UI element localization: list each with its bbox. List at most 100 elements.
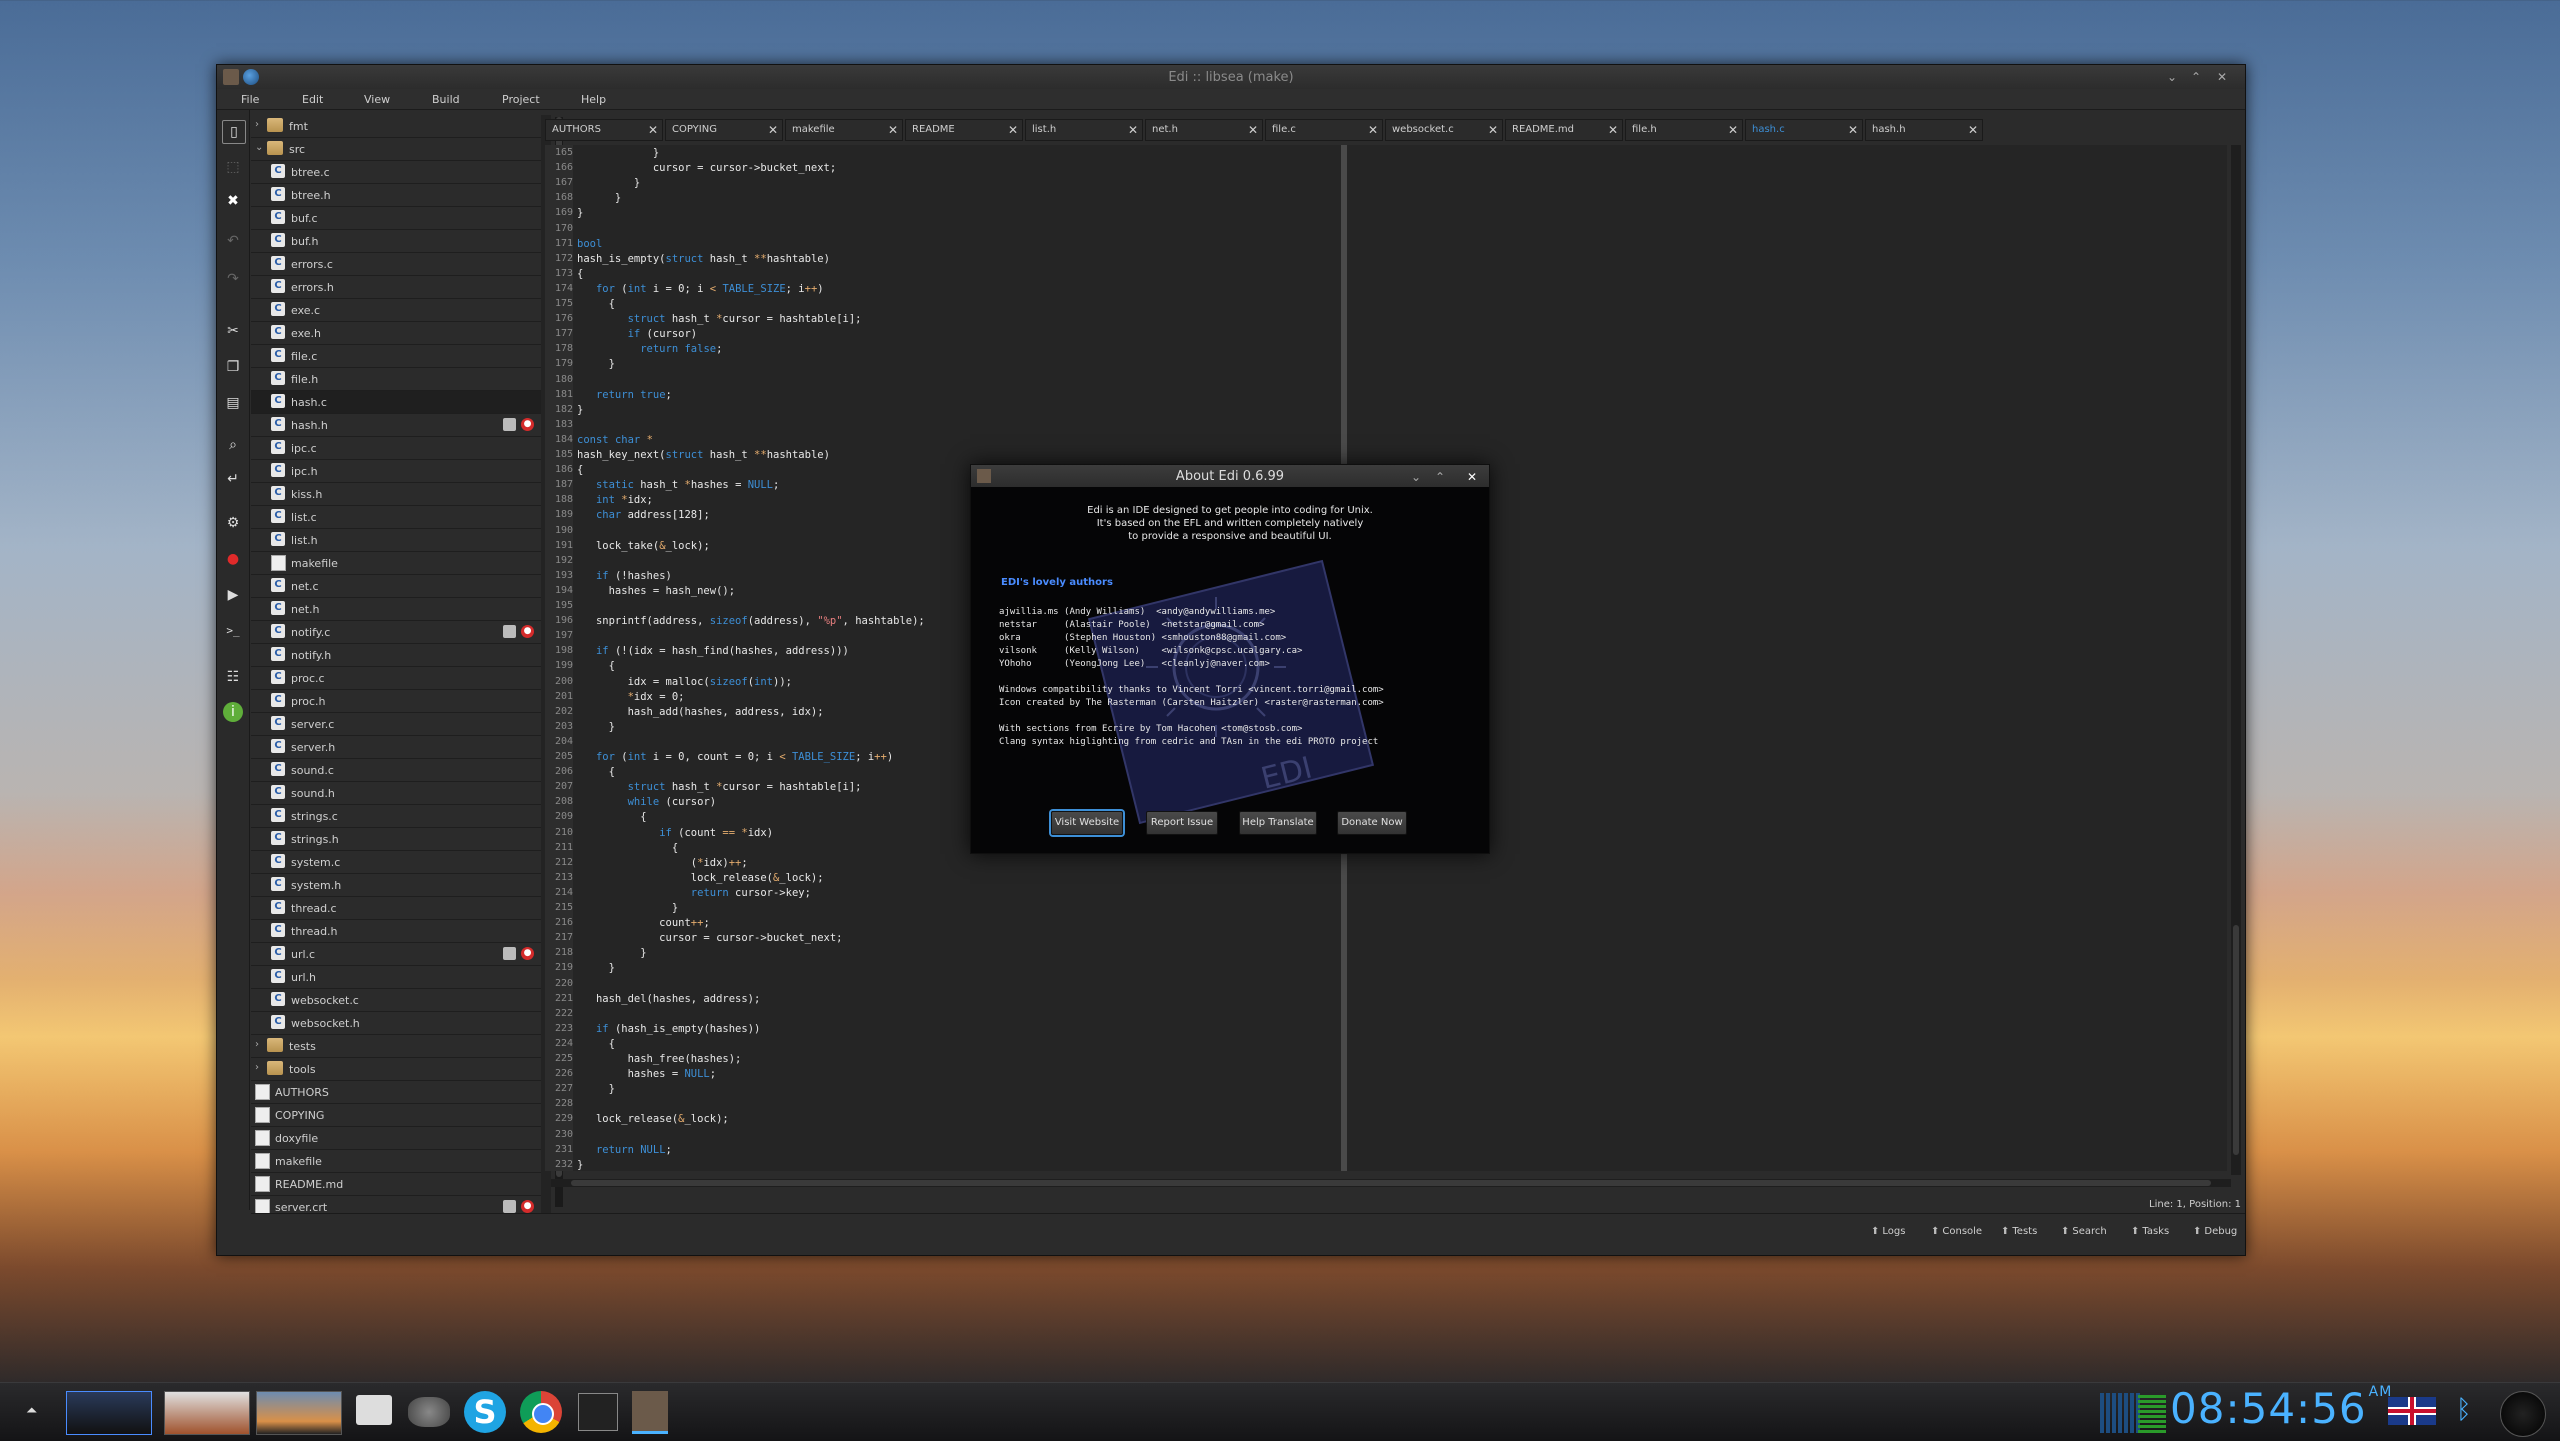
paste-icon[interactable]: ▤ (222, 392, 244, 414)
minimize-icon[interactable]: ⌄ (1407, 468, 1425, 486)
editor-tab[interactable]: list.h ✕ (1025, 119, 1143, 141)
report-issue-button[interactable]: Report Issue (1146, 811, 1218, 835)
file-tree-item[interactable]: Csystem.c (251, 851, 541, 874)
help-translate-button[interactable]: Help Translate (1239, 811, 1317, 835)
tab-close-icon[interactable]: ✕ (1008, 123, 1018, 137)
file-tree-item[interactable]: Clist.c (251, 506, 541, 529)
file-tree-item[interactable]: Cstrings.c (251, 805, 541, 828)
file-tree-item[interactable]: Csound.h (251, 782, 541, 805)
file-tree-item[interactable]: › tools (251, 1058, 541, 1081)
editor-tab[interactable]: websocket.c ✕ (1385, 119, 1503, 141)
file-tree-item[interactable]: README.md (251, 1173, 541, 1196)
redo-icon[interactable]: ↷ (222, 268, 244, 290)
file-tree-item[interactable]: Cipc.c (251, 437, 541, 460)
editor-horizontal-scrollbar[interactable] (551, 1179, 2231, 1187)
tab-close-icon[interactable]: ✕ (648, 123, 658, 137)
tab-close-icon[interactable]: ✕ (1248, 123, 1258, 137)
build-icon[interactable]: ⚙ (222, 512, 244, 534)
desktop-pager-3[interactable] (256, 1391, 342, 1435)
file-tree-item[interactable]: Csystem.h (251, 874, 541, 897)
close-file-icon[interactable]: ● (521, 1200, 534, 1213)
file-tree-item[interactable]: Cstrings.h (251, 828, 541, 851)
window-titlebar[interactable]: Edi :: libsea (make) ⌄ ⌃ ✕ (217, 65, 2245, 90)
tab-close-icon[interactable]: ✕ (768, 123, 778, 137)
undo-icon[interactable]: ↶ (222, 230, 244, 252)
file-tree-item[interactable]: Clist.h (251, 529, 541, 552)
tab-close-icon[interactable]: ✕ (1968, 123, 1978, 137)
minimize-icon[interactable]: ⌄ (2163, 68, 2181, 86)
file-tree-item[interactable]: Cwebsocket.h (251, 1012, 541, 1035)
file-tree-item[interactable]: Cipc.h (251, 460, 541, 483)
open-file-icon[interactable] (503, 625, 516, 638)
file-tree-item[interactable]: › fmt (251, 115, 541, 138)
tab-close-icon[interactable]: ✕ (1488, 123, 1498, 137)
menu-view[interactable]: View (364, 93, 390, 106)
file-tree-item[interactable]: › tests (251, 1035, 541, 1058)
file-tree-item[interactable]: doxyfile (251, 1127, 541, 1150)
editor-tab[interactable]: hash.h ✕ (1865, 119, 1983, 141)
file-tree-item[interactable]: Cthread.c (251, 897, 541, 920)
file-tree-item[interactable]: Chash.h ● (251, 414, 541, 437)
editor-tab[interactable]: COPYING ✕ (665, 119, 783, 141)
terminal-app-icon[interactable] (578, 1393, 618, 1431)
goto-icon[interactable]: ↵ (222, 468, 244, 490)
file-tree-item[interactable]: makefile (251, 1150, 541, 1173)
close-icon[interactable]: ✖ (222, 190, 244, 212)
editor-tab[interactable]: makefile ✕ (785, 119, 903, 141)
file-tree-item[interactable]: Cbuf.h (251, 230, 541, 253)
file-tree-item[interactable]: Cexe.c (251, 299, 541, 322)
debug-icon[interactable]: ● (222, 548, 244, 570)
file-tree-item[interactable]: Cproc.h (251, 690, 541, 713)
file-tree-item[interactable]: Ckiss.h (251, 483, 541, 506)
menu-project[interactable]: Project (502, 93, 540, 106)
file-tree-item[interactable]: Cexe.h (251, 322, 541, 345)
file-tree-item[interactable]: Chash.c (251, 391, 541, 414)
close-file-icon[interactable]: ● (521, 947, 534, 960)
chrome-icon[interactable] (520, 1391, 562, 1433)
menu-file[interactable]: File (241, 93, 259, 106)
info-icon[interactable]: i (223, 702, 243, 722)
file-tree-item[interactable]: COPYING (251, 1104, 541, 1127)
tab-close-icon[interactable]: ✕ (1728, 123, 1738, 137)
open-file-icon[interactable] (503, 418, 516, 431)
file-tree-item[interactable]: Cthread.h (251, 920, 541, 943)
new-file-icon[interactable]: ▯ (222, 120, 246, 144)
file-tree-item[interactable]: Cnet.c (251, 575, 541, 598)
bluetooth-icon[interactable]: ᛒ (2456, 1395, 2472, 1425)
editor-tab[interactable]: hash.c ✕ (1745, 119, 1863, 141)
about-titlebar[interactable]: About Edi 0.6.99 ⌄ ⌃ ✕ (971, 465, 1489, 487)
shelf-menu-arrow-icon[interactable]: ⏶ (26, 1403, 37, 1419)
copy-icon[interactable]: ❐ (222, 356, 244, 378)
gamepad-icon[interactable] (408, 1397, 450, 1427)
cut-icon[interactable]: ✂ (222, 320, 244, 342)
maximize-icon[interactable]: ⌃ (2187, 68, 2205, 86)
file-tree-item[interactable]: Cerrors.c (251, 253, 541, 276)
tab-close-icon[interactable]: ✕ (1848, 123, 1858, 137)
close-dialog-icon[interactable]: ✕ (1463, 468, 1481, 486)
file-tree-item[interactable]: AUTHORS (251, 1081, 541, 1104)
file-tree-item[interactable]: Curl.h (251, 966, 541, 989)
clock[interactable]: 08:54:56 AM (2170, 1384, 2392, 1433)
editor-tab[interactable]: file.c ✕ (1265, 119, 1383, 141)
chevron-right-icon[interactable]: › (255, 1039, 259, 1050)
editor-tab[interactable]: file.h ✕ (1625, 119, 1743, 141)
menu-build[interactable]: Build (432, 93, 460, 106)
menu-edit[interactable]: Edit (302, 93, 323, 106)
file-tree-item[interactable]: Cfile.h (251, 368, 541, 391)
tab-close-icon[interactable]: ✕ (1608, 123, 1618, 137)
file-tree-item[interactable]: Cfile.c (251, 345, 541, 368)
close-file-icon[interactable]: ● (521, 625, 534, 638)
tab-close-icon[interactable]: ✕ (1128, 123, 1138, 137)
chevron-right-icon[interactable]: › (255, 1062, 259, 1073)
panel-tasks[interactable]: ⬆ Tasks (2131, 1226, 2169, 1237)
skype-icon[interactable]: S (464, 1391, 506, 1433)
panel-search[interactable]: ⬆ Search (2061, 1226, 2107, 1237)
menu-help[interactable]: Help (581, 93, 606, 106)
uk-flag-icon[interactable] (2388, 1397, 2436, 1425)
editor-tab[interactable]: net.h ✕ (1145, 119, 1263, 141)
desktop-pager-1[interactable] (66, 1391, 152, 1435)
file-tree-item[interactable]: makefile (251, 552, 541, 575)
file-tree-item[interactable]: Cbtree.c (251, 161, 541, 184)
file-tree-item[interactable]: ⌄ src (251, 138, 541, 161)
open-file-icon[interactable] (503, 947, 516, 960)
